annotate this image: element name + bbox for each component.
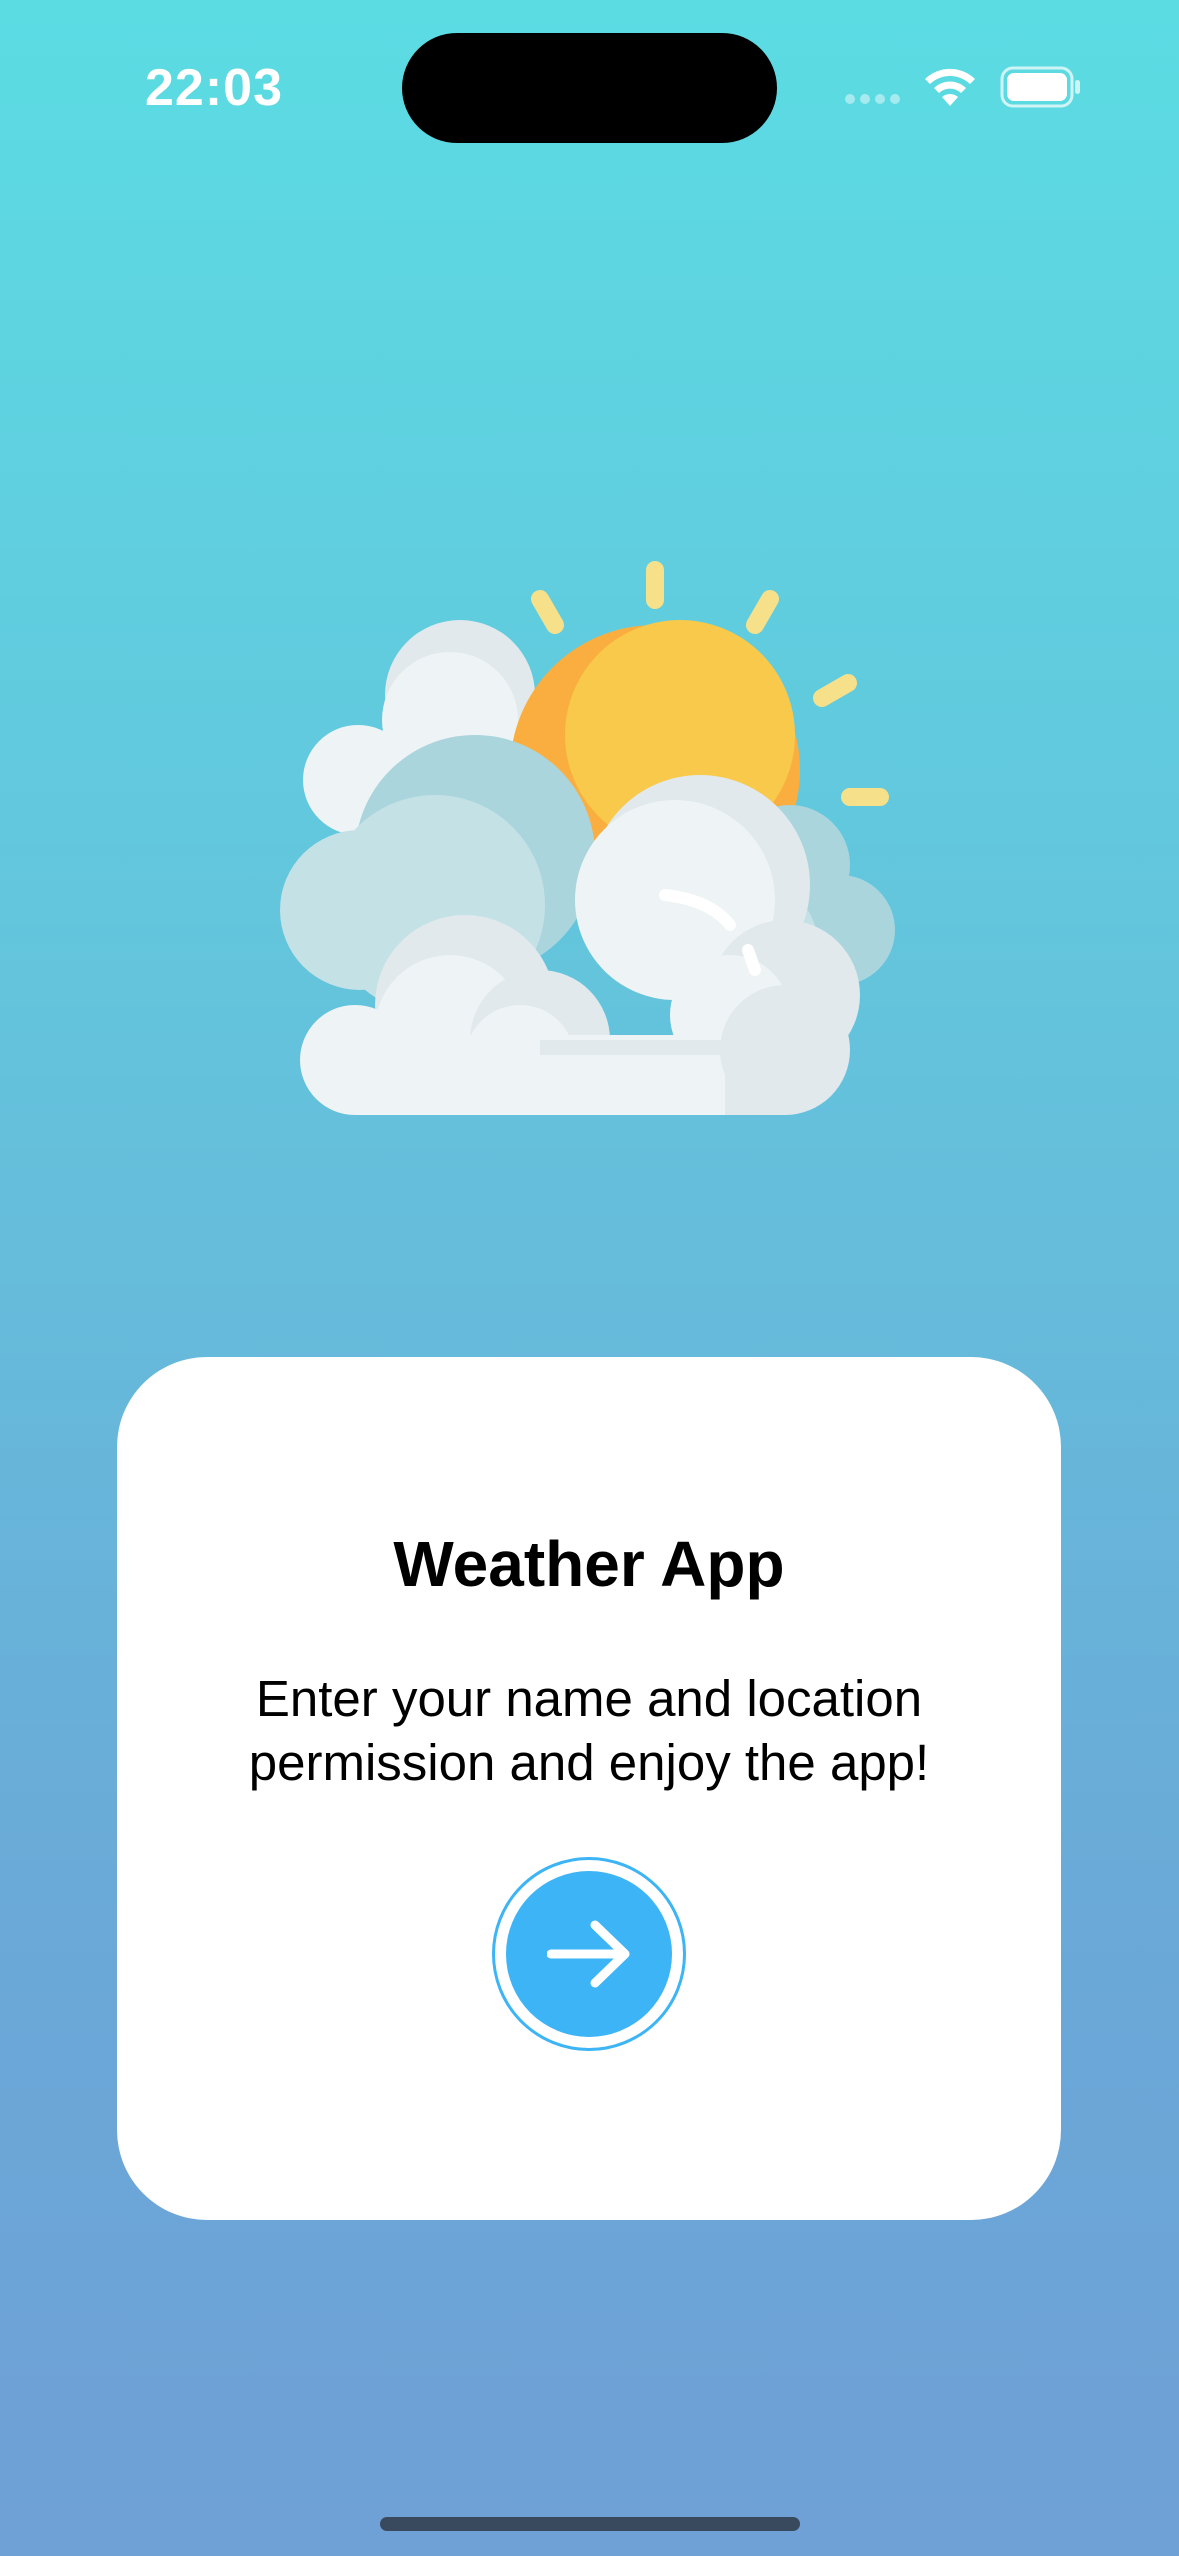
battery-icon <box>1000 66 1080 108</box>
next-button[interactable] <box>492 1857 686 2051</box>
wifi-icon <box>925 68 975 106</box>
welcome-card: Weather App Enter your name and location… <box>117 1357 1061 2220</box>
signal-dots-icon <box>845 94 900 104</box>
welcome-message: Enter your name and location permission … <box>248 1670 930 1791</box>
next-button-fill[interactable] <box>506 1871 672 2037</box>
status-bar: 22:03 <box>0 0 1179 170</box>
home-indicator[interactable] <box>380 2517 800 2531</box>
dynamic-island <box>402 33 777 143</box>
arrow-right-icon <box>547 1920 630 1988</box>
partly-cloudy-sun-icon <box>280 561 895 1115</box>
status-time: 22:03 <box>145 59 283 117</box>
app-title: Weather App <box>393 1528 785 1600</box>
